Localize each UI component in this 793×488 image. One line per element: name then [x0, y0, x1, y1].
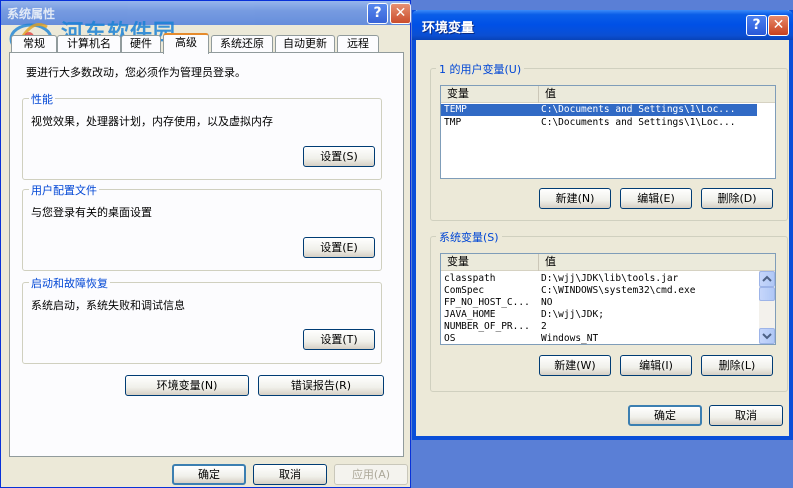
table-row[interactable]: classpath D:\wjj\JDK\lib\tools.jar	[441, 273, 759, 285]
performance-group: 性能 视觉效果，处理器计划，内存使用，以及虚拟内存 设置(S)	[22, 91, 382, 180]
user-variables-group: 1 的用户变量(U) 变量 值 TEMP C:\Documents and Se…	[430, 61, 788, 221]
user-profiles-desc: 与您登录有关的桌面设置	[31, 206, 152, 219]
environment-variables-titlebar[interactable]: 环境变量 ? ✕	[412, 10, 793, 40]
performance-title: 性能	[29, 91, 55, 107]
tab-computer-name[interactable]: 计算机名	[57, 35, 121, 53]
ok-button[interactable]: 确定	[172, 464, 246, 485]
cancel-button[interactable]: 取消	[253, 464, 327, 485]
close-icon[interactable]: ✕	[390, 3, 411, 24]
tab-automatic-updates[interactable]: 自动更新	[275, 35, 335, 53]
table-row[interactable]: JAVA_HOME D:\wjj\JDK;	[441, 309, 759, 321]
close-icon[interactable]: ✕	[768, 15, 789, 36]
column-header-variable[interactable]: 变量	[441, 86, 539, 103]
user-profiles-group: 用户配置文件 与您登录有关的桌面设置 设置(E)	[22, 182, 382, 271]
user-delete-button[interactable]: 删除(D)	[701, 188, 773, 209]
user-variables-list[interactable]: 变量 值 TEMP C:\Documents and Settings\1\Lo…	[440, 85, 776, 179]
variable-value: NO	[541, 297, 553, 308]
user-new-button[interactable]: 新建(N)	[539, 188, 611, 209]
column-header-value[interactable]: 值	[539, 86, 775, 103]
scroll-down-icon[interactable]	[759, 328, 775, 344]
admin-notice: 要进行大多数改动，您必须作为管理员登录。	[26, 66, 246, 79]
system-variables-header: 变量 值	[441, 254, 775, 271]
tab-advanced[interactable]: 高级	[163, 33, 209, 54]
environment-variables-window: 环境变量 ? ✕ 1 的用户变量(U) 变量 值 TEMP C:\Documen…	[412, 10, 793, 440]
scroll-up-icon[interactable]	[759, 271, 775, 287]
user-profiles-settings-button[interactable]: 设置(E)	[303, 237, 375, 258]
env-cancel-button[interactable]: 取消	[709, 405, 783, 426]
system-properties-titlebar[interactable]: 系统属性 ? ✕	[1, 1, 411, 25]
tab-remote[interactable]: 远程	[337, 35, 379, 53]
variable-name: FP_NO_HOST_C...	[444, 297, 530, 308]
user-profiles-title: 用户配置文件	[29, 182, 99, 198]
system-properties-window: 系统属性 ? ✕ 河东软件园 www.pc0359.cn 常规 计算机名 硬件 …	[0, 0, 411, 488]
table-row[interactable]: ComSpec C:\WINDOWS\system32\cmd.exe	[441, 285, 759, 297]
system-delete-button[interactable]: 删除(L)	[701, 355, 773, 376]
system-properties-title: 系统属性	[7, 7, 56, 21]
startup-recovery-title: 启动和故障恢复	[29, 275, 110, 291]
env-ok-button[interactable]: 确定	[628, 405, 702, 426]
error-reporting-button[interactable]: 错误报告(R)	[258, 375, 384, 396]
table-row[interactable]: TEMP C:\Documents and Settings\1\Loc...	[441, 104, 757, 116]
user-variables-header: 变量 值	[441, 86, 775, 103]
apply-button[interactable]: 应用(A)	[334, 464, 408, 485]
help-icon[interactable]: ?	[367, 3, 388, 24]
variable-value: Windows_NT	[541, 333, 599, 344]
system-new-button[interactable]: 新建(W)	[539, 355, 611, 376]
column-header-variable[interactable]: 变量	[441, 254, 539, 271]
variable-value: C:\Documents and Settings\1\Loc...	[541, 104, 736, 115]
startup-recovery-settings-button[interactable]: 设置(T)	[303, 329, 375, 350]
variable-name: NUMBER_OF_PR...	[444, 321, 530, 332]
variable-name: TMP	[444, 117, 462, 128]
variable-value: C:\WINDOWS\system32\cmd.exe	[541, 285, 696, 296]
variable-value: D:\wjj\JDK\lib\tools.jar	[541, 273, 679, 284]
table-row[interactable]: TMP C:\Documents and Settings\1\Loc...	[441, 117, 757, 129]
tab-hardware[interactable]: 硬件	[121, 35, 161, 53]
advanced-tab-pane: 要进行大多数改动，您必须作为管理员登录。 性能 视觉效果，处理器计划，内存使用，…	[9, 52, 404, 457]
column-header-value[interactable]: 值	[539, 254, 775, 271]
table-row[interactable]: NUMBER_OF_PR... 2	[441, 321, 759, 333]
scroll-thumb[interactable]	[759, 287, 775, 301]
system-variables-scrollbar[interactable]	[759, 271, 775, 344]
variable-value: 2	[541, 321, 547, 332]
system-edit-button[interactable]: 编辑(I)	[620, 355, 692, 376]
startup-recovery-desc: 系统启动，系统失败和调试信息	[31, 299, 185, 312]
system-variables-group: 系统变量(S) 变量 值 classpath D:\wjj\JDK\lib\to…	[430, 229, 788, 392]
user-edit-button[interactable]: 编辑(E)	[620, 188, 692, 209]
variable-value: C:\Documents and Settings\1\Loc...	[541, 117, 736, 128]
variable-name: JAVA_HOME	[444, 309, 496, 320]
tab-system-restore[interactable]: 系统还原	[211, 35, 273, 53]
variable-name: TEMP	[444, 104, 467, 115]
environment-variables-button[interactable]: 环境变量(N)	[125, 375, 249, 396]
table-row[interactable]: OS Windows_NT	[441, 333, 759, 344]
variable-name: OS	[444, 333, 456, 344]
tab-general[interactable]: 常规	[11, 35, 57, 53]
variable-name: ComSpec	[444, 285, 485, 296]
user-variables-title: 1 的用户变量(U)	[436, 61, 525, 77]
variable-name: classpath	[444, 273, 496, 284]
system-variables-title: 系统变量(S)	[436, 229, 502, 245]
variable-value: D:\wjj\JDK;	[541, 309, 604, 320]
startup-recovery-group: 启动和故障恢复 系统启动，系统失败和调试信息 设置(T)	[22, 275, 382, 364]
performance-settings-button[interactable]: 设置(S)	[303, 146, 375, 167]
environment-variables-title: 环境变量	[422, 21, 475, 36]
help-icon[interactable]: ?	[746, 15, 767, 36]
performance-desc: 视觉效果，处理器计划，内存使用，以及虚拟内存	[31, 115, 273, 128]
system-variables-list[interactable]: 变量 值 classpath D:\wjj\JDK\lib\tools.jar …	[440, 253, 776, 345]
table-row[interactable]: FP_NO_HOST_C... NO	[441, 297, 759, 309]
